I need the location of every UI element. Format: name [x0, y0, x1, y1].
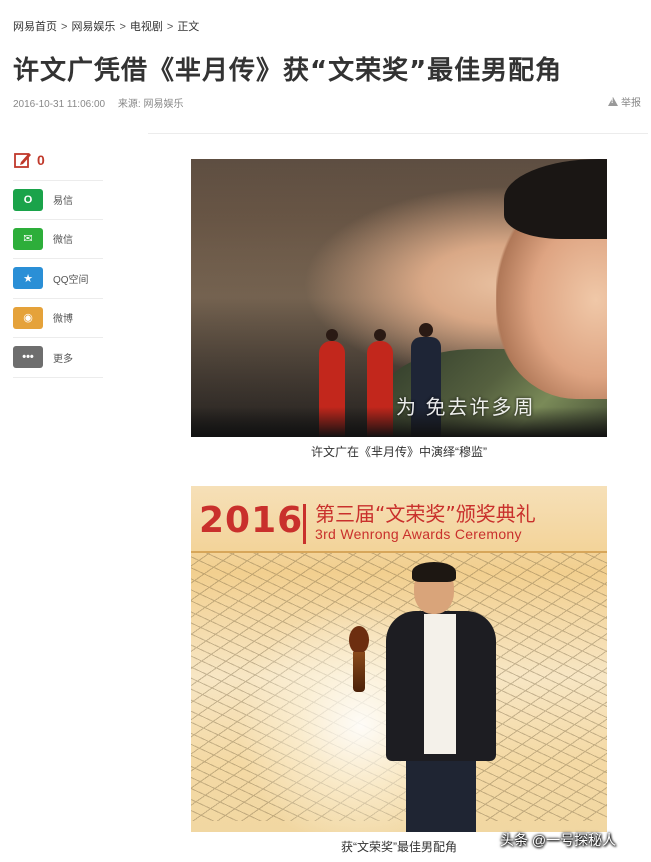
article-photo-award: 2016 第三届“文荣奖”颁奖典礼 3rd Wenrong Awards Cer… — [191, 486, 607, 832]
share-qzone[interactable]: ★ QQ空间 — [13, 259, 103, 299]
report-label: 举报 — [621, 98, 641, 109]
share-yixin[interactable]: O 易信 — [13, 180, 103, 220]
qzone-icon: ★ — [13, 267, 43, 290]
share-label: 微信 — [53, 235, 73, 247]
weibo-icon: ◉ — [13, 306, 43, 329]
wechat-icon: ✉ — [13, 227, 43, 250]
share-list: O 易信 ✉ 微信 ★ QQ空间 ◉ 微博 ••• 更多 — [13, 180, 103, 378]
article-meta: 2016-10-31 11:06:00 来源: 网易娱乐 — [13, 95, 183, 110]
comment-count: 0 — [37, 152, 45, 168]
yixin-icon: O — [13, 188, 43, 211]
share-weibo[interactable]: ◉ 微博 — [13, 299, 103, 338]
winner-shirt — [424, 614, 456, 754]
edit-comment-icon — [14, 153, 31, 168]
share-more[interactable]: ••• 更多 — [13, 338, 103, 378]
warning-icon — [608, 97, 618, 106]
share-label: 易信 — [53, 196, 73, 208]
article-source[interactable]: 来源: 网易娱乐 — [118, 99, 184, 110]
article-photo-drama-still: 为 免去许多周 — [191, 159, 607, 437]
share-wechat[interactable]: ✉ 微信 — [13, 220, 103, 259]
banner-year: 2016 — [199, 500, 304, 541]
comment-button[interactable]: 0 — [13, 150, 45, 170]
banner-divider — [303, 504, 306, 544]
award-winner — [386, 562, 516, 832]
report-button[interactable]: 举报 — [608, 94, 641, 109]
article-date: 2016-10-31 11:06:00 — [13, 99, 106, 110]
breadcrumb-current: 正文 — [177, 21, 200, 33]
more-icon: ••• — [13, 346, 43, 369]
source-watermark: 头条 @一号探秘人 — [500, 832, 617, 848]
banner-title-cn: 第三届“文荣奖”颁奖典礼 — [315, 502, 536, 526]
winner-hair — [412, 562, 456, 582]
share-label: QQ空间 — [53, 274, 89, 286]
breadcrumb-home-link[interactable]: 网易首页 — [13, 21, 57, 33]
photo-caption: 许文广在《芈月传》中演绎“穆监” — [311, 445, 487, 459]
divider — [148, 133, 648, 134]
breadcrumb-separator: > — [61, 21, 68, 33]
banner-line — [191, 551, 607, 553]
breadcrumb-separator: > — [119, 21, 126, 33]
trophy-icon — [347, 626, 371, 696]
breadcrumb-separator: > — [166, 21, 174, 33]
article-title: 许文广凭借《芈月传》获“文荣奖”最佳男配角 — [13, 56, 563, 86]
video-subtitle: 为 免去许多周 — [396, 397, 536, 419]
breadcrumb-entertainment-link[interactable]: 网易娱乐 — [71, 21, 115, 33]
banner-title-en: 3rd Wenrong Awards Ceremony — [315, 526, 522, 542]
winner-pants — [406, 758, 476, 832]
share-label: 微博 — [53, 314, 73, 326]
share-label: 更多 — [53, 353, 73, 365]
breadcrumb-tv-link[interactable]: 电视剧 — [130, 21, 163, 33]
breadcrumb: 网易首页 > 网易娱乐 > 电视剧 > 正文 — [13, 18, 199, 34]
